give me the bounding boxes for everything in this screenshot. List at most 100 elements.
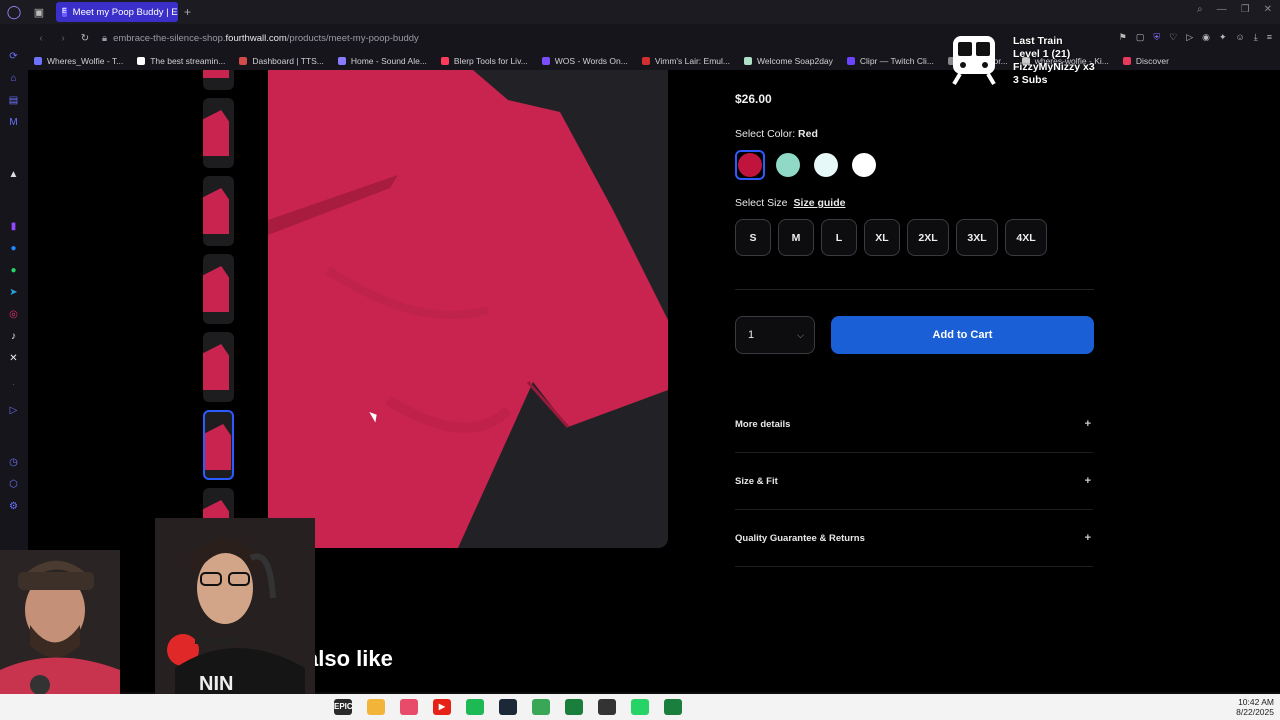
- sidebar-player-icon[interactable]: ▷: [7, 404, 20, 417]
- back-button[interactable]: ‹: [32, 33, 50, 44]
- shield-icon[interactable]: ⛨: [1153, 32, 1160, 43]
- size-option-m[interactable]: M: [778, 219, 814, 256]
- size-guide-link[interactable]: Size guide: [794, 197, 846, 209]
- thumbnail-3[interactable]: [203, 176, 234, 246]
- forward-button[interactable]: ›: [54, 33, 72, 44]
- sidebar-more-icon[interactable]: ·: [7, 378, 20, 391]
- bookmark-item[interactable]: Home - Sound Ale...: [337, 56, 427, 66]
- tab-title: Meet my Poop Buddy | Em: [72, 6, 178, 18]
- color-swatch-ice[interactable]: [811, 150, 841, 180]
- size-option-3xl[interactable]: 3XL: [956, 219, 998, 256]
- url-host: fourthwall.com: [225, 32, 287, 44]
- account-icon[interactable]: ☺: [1236, 32, 1245, 43]
- tab-grid-icon[interactable]: ▣: [28, 0, 50, 24]
- camera-icon[interactable]: ◉: [1202, 32, 1210, 43]
- menu-icon[interactable]: ≡: [1267, 32, 1272, 43]
- quantity-select[interactable]: 1 ⌵: [735, 316, 815, 354]
- thumbnail-5[interactable]: [203, 332, 234, 402]
- sidebar-flow-icon[interactable]: ▤: [7, 94, 20, 107]
- stream-alert: Last Train Level 1 (21) FizzyMyNizzy x3 …: [946, 32, 1106, 90]
- url-path: /products/meet-my-poop-buddy: [286, 32, 419, 44]
- color-swatch-white[interactable]: [849, 150, 879, 180]
- site-favicon-icon: E: [62, 7, 67, 17]
- divider: [735, 289, 1094, 290]
- product-image[interactable]: [268, 70, 668, 548]
- sidebar-x-icon[interactable]: ✕: [7, 352, 20, 365]
- sidebar-clock-icon[interactable]: ◷: [7, 456, 20, 469]
- train-icon: [952, 36, 996, 86]
- maximize-button[interactable]: ❐: [1241, 4, 1250, 15]
- bookmark-item[interactable]: Discover: [1122, 56, 1169, 66]
- url-field[interactable]: 🔒︎ embrace-the-silence-shop.fourthwall.c…: [102, 33, 419, 44]
- size-option-2xl[interactable]: 2XL: [907, 219, 949, 256]
- spotify-icon[interactable]: [466, 699, 484, 715]
- xbox-icon[interactable]: [532, 699, 550, 715]
- alert-line-2: Level 1 (21): [1013, 48, 1071, 60]
- snapshot-icon[interactable]: ▢: [1136, 32, 1145, 43]
- bookmark-label: Blerp Tools for Liv...: [453, 56, 528, 66]
- sidebar-cube-icon[interactable]: ⬡: [7, 478, 20, 491]
- download-icon[interactable]: ⤓: [1254, 32, 1258, 43]
- sidebar-history-icon[interactable]: ⟳: [7, 50, 20, 63]
- minimize-button[interactable]: —: [1217, 4, 1227, 15]
- thumbnail-6-selected[interactable]: [203, 410, 234, 480]
- sidebar-whatsapp-icon[interactable]: ●: [7, 264, 20, 277]
- add-to-cart-button[interactable]: Add to Cart: [831, 316, 1094, 354]
- youtube-icon[interactable]: ▶: [433, 699, 451, 715]
- thumbnail-4[interactable]: [203, 254, 234, 324]
- maps-icon[interactable]: [400, 699, 418, 715]
- heart-icon[interactable]: ♡: [1169, 32, 1177, 43]
- streamer-app-2-icon[interactable]: [664, 699, 682, 715]
- bookmark-item[interactable]: Clipr — Twitch Cli...: [846, 56, 934, 66]
- streamer-app-icon[interactable]: [565, 699, 583, 715]
- bookmark-icon[interactable]: ⚑: [1119, 32, 1127, 43]
- bookmark-item[interactable]: WOS - Words On...: [541, 56, 628, 66]
- epic-games-icon[interactable]: EPIC: [334, 699, 353, 715]
- bookmark-label: Wheres_Wolfie - T...: [47, 56, 124, 66]
- chevron-down-icon: ⌵: [797, 330, 804, 340]
- size-option-l[interactable]: L: [821, 219, 857, 256]
- sidebar-twitch-icon[interactable]: ▮: [7, 220, 20, 233]
- close-button[interactable]: ✕: [1264, 4, 1272, 15]
- sidebar-tiktok-icon[interactable]: ♪: [7, 330, 20, 343]
- accordion-2[interactable]: Size & Fit +: [735, 453, 1093, 510]
- browser-logo-icon[interactable]: ◯: [0, 0, 28, 24]
- accordion-1[interactable]: More details +: [735, 396, 1093, 453]
- reload-button[interactable]: ↻: [76, 33, 94, 44]
- color-swatch-red[interactable]: [735, 150, 765, 180]
- plus-icon: +: [1084, 532, 1091, 544]
- accordion-label: Quality Guarantee & Returns: [735, 532, 865, 544]
- sidebar-shop-icon[interactable]: ⌂: [7, 72, 20, 85]
- bookmark-item[interactable]: Vimm's Lair: Emul...: [641, 56, 730, 66]
- obs-icon[interactable]: [598, 699, 616, 715]
- sidebar-settings-icon[interactable]: ⚙: [7, 500, 20, 513]
- plus-icon: +: [1084, 418, 1091, 430]
- sidebar-instagram-icon[interactable]: ◎: [7, 308, 20, 321]
- thumbnail-1[interactable]: [203, 70, 234, 90]
- thumbnail-2[interactable]: [203, 98, 234, 168]
- size-option-s[interactable]: S: [735, 219, 771, 256]
- alert-line-3: FizzyMyNizzy x3: [1013, 61, 1095, 73]
- bookmark-item[interactable]: Wheres_Wolfie - T...: [34, 56, 123, 66]
- bookmark-item[interactable]: Blerp Tools for Liv...: [440, 56, 528, 66]
- bookmark-item[interactable]: Dashboard | TTS...: [239, 56, 324, 66]
- sidebar-ai-icon[interactable]: ▲: [7, 168, 20, 181]
- search-icon[interactable]: ⌕: [1197, 4, 1203, 15]
- file-explorer-icon[interactable]: [367, 699, 385, 715]
- bookmark-favicon-icon: [440, 57, 449, 65]
- color-swatch-mint[interactable]: [773, 150, 803, 180]
- sidebar-telegram-icon[interactable]: ➤: [7, 286, 20, 299]
- tab-active[interactable]: E Meet my Poop Buddy | Em: [56, 2, 178, 22]
- bookmark-item[interactable]: The best streamin...: [137, 56, 225, 66]
- new-tab-button[interactable]: +: [184, 5, 191, 19]
- extensions-icon[interactable]: ✦: [1219, 32, 1227, 43]
- size-option-xl[interactable]: XL: [864, 219, 900, 256]
- sidebar-messenger-icon[interactable]: ●: [7, 242, 20, 255]
- accordion-3[interactable]: Quality Guarantee & Returns +: [735, 510, 1093, 567]
- bookmark-item[interactable]: Welcome Soap2day: [743, 56, 833, 66]
- size-option-4xl[interactable]: 4XL: [1005, 219, 1047, 256]
- steam-icon[interactable]: [499, 699, 517, 715]
- sidebar-m-icon[interactable]: M: [7, 116, 20, 129]
- whatsapp-icon[interactable]: [631, 699, 649, 715]
- play-icon[interactable]: ▷: [1186, 32, 1193, 43]
